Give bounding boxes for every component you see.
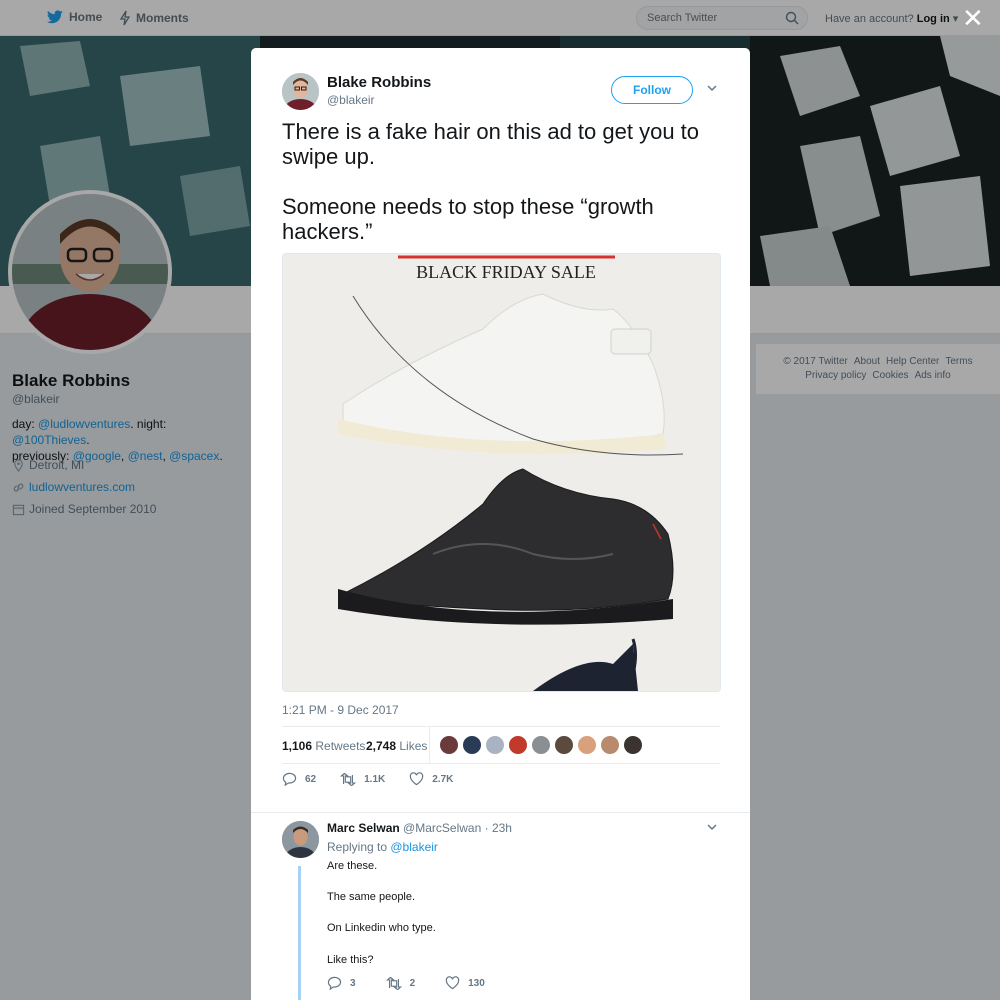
tweet-text: There is a fake hair on this ad to get y… <box>282 119 722 269</box>
liker-avatar[interactable] <box>577 735 597 755</box>
likes-stat[interactable]: 2,748 Likes <box>366 739 427 753</box>
reply-text-line: Like this? <box>327 953 374 966</box>
tweet-actions: 62 1.1K 2.7K <box>282 772 477 786</box>
liker-avatar[interactable] <box>623 735 643 755</box>
reply-author-handle[interactable]: @MarcSelwan <box>403 821 481 835</box>
retweets-label: Retweets <box>315 739 366 753</box>
reply-actions: 3 2 130 <box>327 976 515 990</box>
chevron-down-icon[interactable] <box>706 82 718 94</box>
likes-count: 2,748 <box>366 739 397 753</box>
replying-prefix: Replying to <box>327 840 391 854</box>
close-icon[interactable]: ✕ <box>962 5 984 31</box>
reply-bubble-icon <box>327 976 342 990</box>
replying-to: Replying to @blakeir <box>327 840 438 854</box>
tweet-stats: 1,106 Retweets 2,748 Likes <box>282 726 720 764</box>
author-avatar-image <box>282 73 319 110</box>
reply-retweet-count: 2 <box>409 977 416 989</box>
reply-text-line: Are these. <box>327 860 378 872</box>
liker-avatar[interactable] <box>439 735 459 755</box>
liker-avatar[interactable] <box>508 735 528 755</box>
author-avatar[interactable] <box>282 73 319 110</box>
reply-text-line: The same people. <box>327 891 416 904</box>
like-button[interactable]: 2.7K <box>409 772 453 786</box>
reply-author-avatar-image <box>282 821 319 858</box>
like-count: 2.7K <box>432 773 454 785</box>
reply-button[interactable]: 62 <box>282 772 316 786</box>
stats-divider <box>429 727 430 764</box>
tweet-modal: Blake Robbins @blakeir Follow There is a… <box>251 48 750 1000</box>
reply-reply-count: 3 <box>350 977 356 989</box>
reply-like-count: 130 <box>468 977 485 989</box>
likes-label: Likes <box>399 739 428 753</box>
retweet-icon <box>340 772 357 786</box>
liker-avatars <box>439 735 643 755</box>
tweet-text-line: There is a fake hair on this ad to get y… <box>282 119 700 169</box>
liker-avatar[interactable] <box>531 735 551 755</box>
reply-like-button[interactable]: 130 <box>445 976 485 990</box>
reply-count: 62 <box>305 773 317 785</box>
reply-retweet-button[interactable]: 2 <box>385 976 416 990</box>
divider <box>251 812 750 813</box>
author-name[interactable]: Blake Robbins <box>327 74 431 91</box>
heart-icon <box>445 976 460 990</box>
reply-time[interactable]: · 23h <box>485 821 512 835</box>
tweet-media[interactable]: BLACK FRIDAY SALE <box>282 253 721 692</box>
retweet-count: 1.1K <box>364 773 386 785</box>
reply-author-avatar[interactable] <box>282 821 319 858</box>
retweets-count: 1,106 <box>282 739 313 753</box>
heart-icon <box>410 772 424 786</box>
sneaker-ad-image: BLACK FRIDAY SALE <box>283 254 720 691</box>
retweet-button[interactable]: 1.1K <box>340 772 385 786</box>
reply-header: Marc Selwan @MarcSelwan · 23h <box>327 821 512 835</box>
retweets-stat[interactable]: 1,106 Retweets <box>282 739 365 753</box>
chevron-down-icon[interactable] <box>706 821 718 833</box>
reply-bubble-icon <box>282 772 297 786</box>
replying-to-link[interactable]: @blakeir <box>390 840 438 854</box>
liker-avatar[interactable] <box>462 735 482 755</box>
media-caption: BLACK FRIDAY SALE <box>416 262 596 282</box>
tweet-text-line: Someone needs to stop these “growth hack… <box>282 194 654 244</box>
reply-text: Are these. The same people. On Linkedin … <box>327 859 436 984</box>
reply-reply-button[interactable]: 3 <box>327 976 356 990</box>
tweet-timestamp[interactable]: 1:21 PM - 9 Dec 2017 <box>282 703 399 717</box>
author-handle[interactable]: @blakeir <box>327 93 375 107</box>
liker-avatar[interactable] <box>485 735 505 755</box>
liker-avatar[interactable] <box>554 735 574 755</box>
retweet-icon <box>385 976 402 990</box>
reply-author-name[interactable]: Marc Selwan <box>327 821 400 835</box>
thread-line <box>298 866 301 1000</box>
follow-button[interactable]: Follow <box>611 76 693 104</box>
liker-avatar[interactable] <box>600 735 620 755</box>
reply-text-line: On Linkedin who type. <box>327 922 436 935</box>
